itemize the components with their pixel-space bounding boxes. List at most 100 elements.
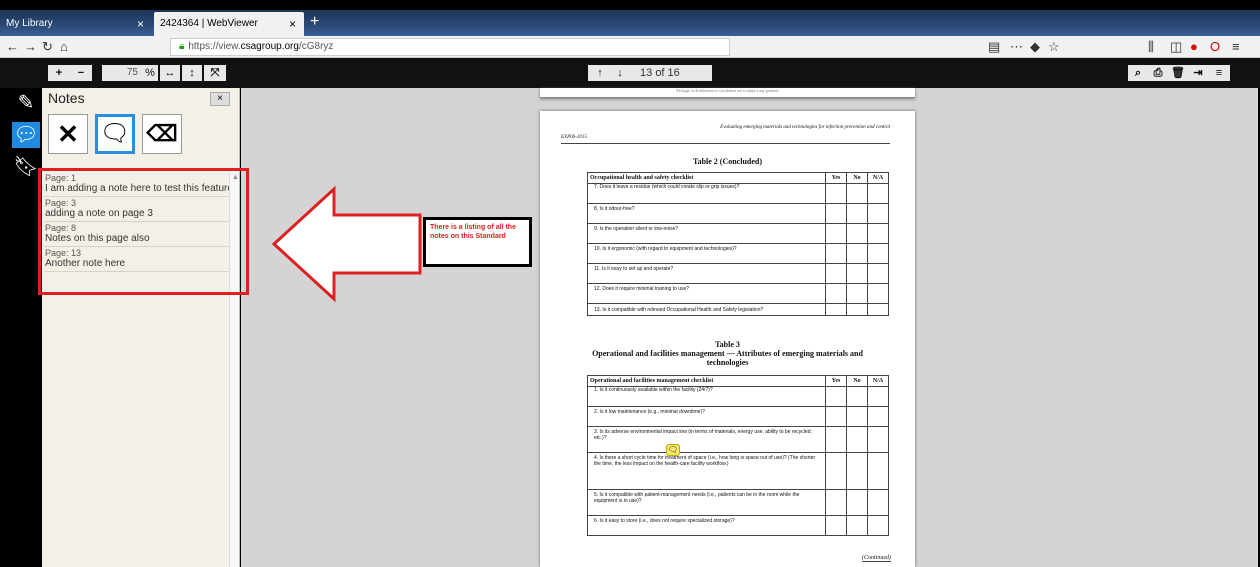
notes-highlight-box xyxy=(38,168,249,295)
continued-label: (Continued) xyxy=(862,555,891,562)
col-no: No xyxy=(846,172,868,184)
table-row xyxy=(587,506,889,516)
table-row xyxy=(587,234,889,244)
fit-height-button[interactable]: ↕ xyxy=(182,65,202,81)
page-number-input[interactable]: 13 of 16 xyxy=(640,65,680,81)
page-footer-text: Package, is distribution or circulation … xyxy=(676,88,779,93)
table-header: Operational and facilities management ch… xyxy=(587,375,826,387)
table-row xyxy=(587,476,889,490)
table-cell: 11. Is it easy to set up and operate? xyxy=(587,263,826,275)
table3-subtitle: Operational and facilities management — … xyxy=(592,349,863,367)
table2-title: Table 2 (Concluded) xyxy=(692,157,763,166)
col-no: No xyxy=(846,375,868,387)
document-viewport[interactable]: Package, is distribution or circulation … xyxy=(241,88,1258,567)
table-row: 10. Is it ergonomic (with regard to equi… xyxy=(587,243,889,255)
close-notes-button[interactable]: × xyxy=(210,92,230,106)
prev-page-button[interactable]: ↑ xyxy=(592,65,608,81)
table-cell: 3. Is its adverse environmental impact l… xyxy=(587,426,826,444)
table-cell: 6. Is it easy to store (i.e., does not r… xyxy=(587,515,826,527)
opera-icon[interactable]: O xyxy=(1210,38,1220,56)
home-icon[interactable]: ⌂ xyxy=(60,38,68,56)
zoom-unit: % xyxy=(142,65,158,81)
screenshot-frame: My Library × 2424364 | WebViewer × + ← →… xyxy=(0,0,1260,567)
header-rule xyxy=(561,143,890,144)
forward-icon[interactable]: → xyxy=(24,38,37,56)
menu-icon[interactable]: ≡ xyxy=(1232,38,1240,56)
table-cell: 4. Is there a short cycle time for treat… xyxy=(587,452,826,477)
col-yes: Yes xyxy=(825,172,847,184)
delete-note-mode-button[interactable]: ✕ xyxy=(48,114,88,154)
table-3: Operational and facilities management ch… xyxy=(587,375,889,536)
speech-bubble-icon: 🗨︎ xyxy=(99,120,131,147)
library-icon[interactable]: ⫼ xyxy=(1148,38,1154,56)
tab-close-icon[interactable]: × xyxy=(137,12,144,36)
fullscreen-button[interactable]: ⤧ xyxy=(204,65,226,81)
table-cell: 2. Is it low maintenance (e.g., minimal … xyxy=(587,406,826,418)
table-row xyxy=(587,194,889,204)
pencil-icon[interactable]: ✎ xyxy=(12,90,40,116)
url-bar[interactable]: 🔒︎ https://view.csagroup.org/cG8ryz xyxy=(170,38,730,56)
sidebar-icon[interactable]: ◫ xyxy=(1170,38,1182,56)
table-cell: 5. Is it compatible with patient-managem… xyxy=(587,489,826,507)
bookmark-star-icon[interactable]: ☆ xyxy=(1048,38,1060,56)
table-row xyxy=(587,294,889,304)
next-page-button[interactable]: ↓ xyxy=(612,65,628,81)
table-row: 9. Is the operation silent or low-noise? xyxy=(587,223,889,235)
back-icon[interactable]: ← xyxy=(6,38,19,56)
table-cell: 10. Is it ergonomic (with regard to equi… xyxy=(587,243,826,255)
export-icon[interactable]: ⇥ xyxy=(1188,65,1208,81)
annotation-callout: There is a listing of all the notes on t… xyxy=(423,217,532,267)
table-header-row: Operational and facilities management ch… xyxy=(587,375,889,387)
zoom-input[interactable]: 75 xyxy=(102,65,142,81)
table-row xyxy=(587,214,889,224)
new-tab-button[interactable]: + xyxy=(310,12,319,32)
delete-icon[interactable]: 🗑︎ xyxy=(1168,65,1188,81)
table-row: 6. Is it easy to store (i.e., does not r… xyxy=(587,515,889,527)
table-row: 13. Is it compatible with relevant Occup… xyxy=(587,303,889,316)
table-row xyxy=(587,443,889,453)
table-row: 8. Is it odour-free? xyxy=(587,203,889,215)
annotation-rail: ✎ 💬︎ 🔖︎ xyxy=(8,88,42,567)
table-row: 2. Is it low maintenance (e.g., minimal … xyxy=(587,406,889,418)
browser-nav-bar: ← → ↻ ⌂ 🔒︎ https://view.csagroup.org/cG8r… xyxy=(0,36,1260,58)
viewer-toolbar: + − 75 % ↔ ↕ ⤧ ↑ ↓ 13 of 16 ⌕ ⎙ 🗑︎ ⇥ ≡ xyxy=(0,58,1260,88)
fit-width-button[interactable]: ↔ xyxy=(160,65,180,81)
tab-close-icon[interactable]: × xyxy=(289,12,296,36)
tab-label: My Library xyxy=(6,18,53,29)
adblock-icon[interactable]: ● xyxy=(1190,38,1198,56)
page-actions-icon[interactable]: ⋯ xyxy=(1010,38,1023,56)
left-arrow-annotation xyxy=(271,185,422,303)
table-row: 1. Is it continuously available within t… xyxy=(587,386,889,398)
table-row xyxy=(587,417,889,427)
print-icon[interactable]: ⎙ xyxy=(1148,65,1168,81)
tab-webviewer[interactable]: 2424364 | WebViewer × xyxy=(154,12,304,36)
zoom-in-button[interactable]: + xyxy=(48,65,70,81)
notes-panel-title: Notes xyxy=(48,90,85,106)
reload-icon[interactable]: ↻ xyxy=(42,38,53,56)
previous-page-fragment: Package, is distribution or circulation … xyxy=(540,88,915,98)
table-row: 4. Is there a short cycle time for treat… xyxy=(587,452,889,477)
table-row: 7. Does it leave a residue (which could … xyxy=(587,183,889,195)
table-row xyxy=(587,254,889,264)
table-cell: 9. Is the operation silent or low-noise? xyxy=(587,223,826,235)
table-cell: 7. Does it leave a residue (which could … xyxy=(587,183,826,195)
notes-icon[interactable]: 💬︎ xyxy=(12,122,40,148)
comment-mode-button[interactable]: 🗨︎ xyxy=(95,114,135,154)
bookmark-icon[interactable]: 🔖︎ xyxy=(12,154,40,180)
eraser-mode-button[interactable]: ⌫ xyxy=(142,114,182,154)
search-icon[interactable]: ⌕ xyxy=(1128,65,1148,81)
table-row xyxy=(587,526,889,536)
page-navigator: ↑ ↓ 13 of 16 xyxy=(588,65,712,81)
lock-icon: 🔒︎ xyxy=(179,41,185,52)
pocket-icon[interactable]: ◆ xyxy=(1030,38,1040,56)
table-header: Occupational health and safety checklist xyxy=(587,172,826,184)
browser-tab-bar: My Library × 2424364 | WebViewer × + xyxy=(0,10,1260,36)
tab-my-library[interactable]: My Library × xyxy=(0,12,152,36)
page-total: of 16 xyxy=(655,67,680,79)
viewer-menu-icon[interactable]: ≡ xyxy=(1208,65,1230,81)
table-2: Occupational health and safety checklist… xyxy=(587,172,889,316)
table-row: 5. Is it compatible with patient-managem… xyxy=(587,489,889,507)
sticky-note-icon[interactable]: 🗨︎ xyxy=(666,444,680,456)
zoom-out-button[interactable]: − xyxy=(70,65,92,81)
reader-view-icon[interactable]: ▤ xyxy=(988,38,1000,56)
